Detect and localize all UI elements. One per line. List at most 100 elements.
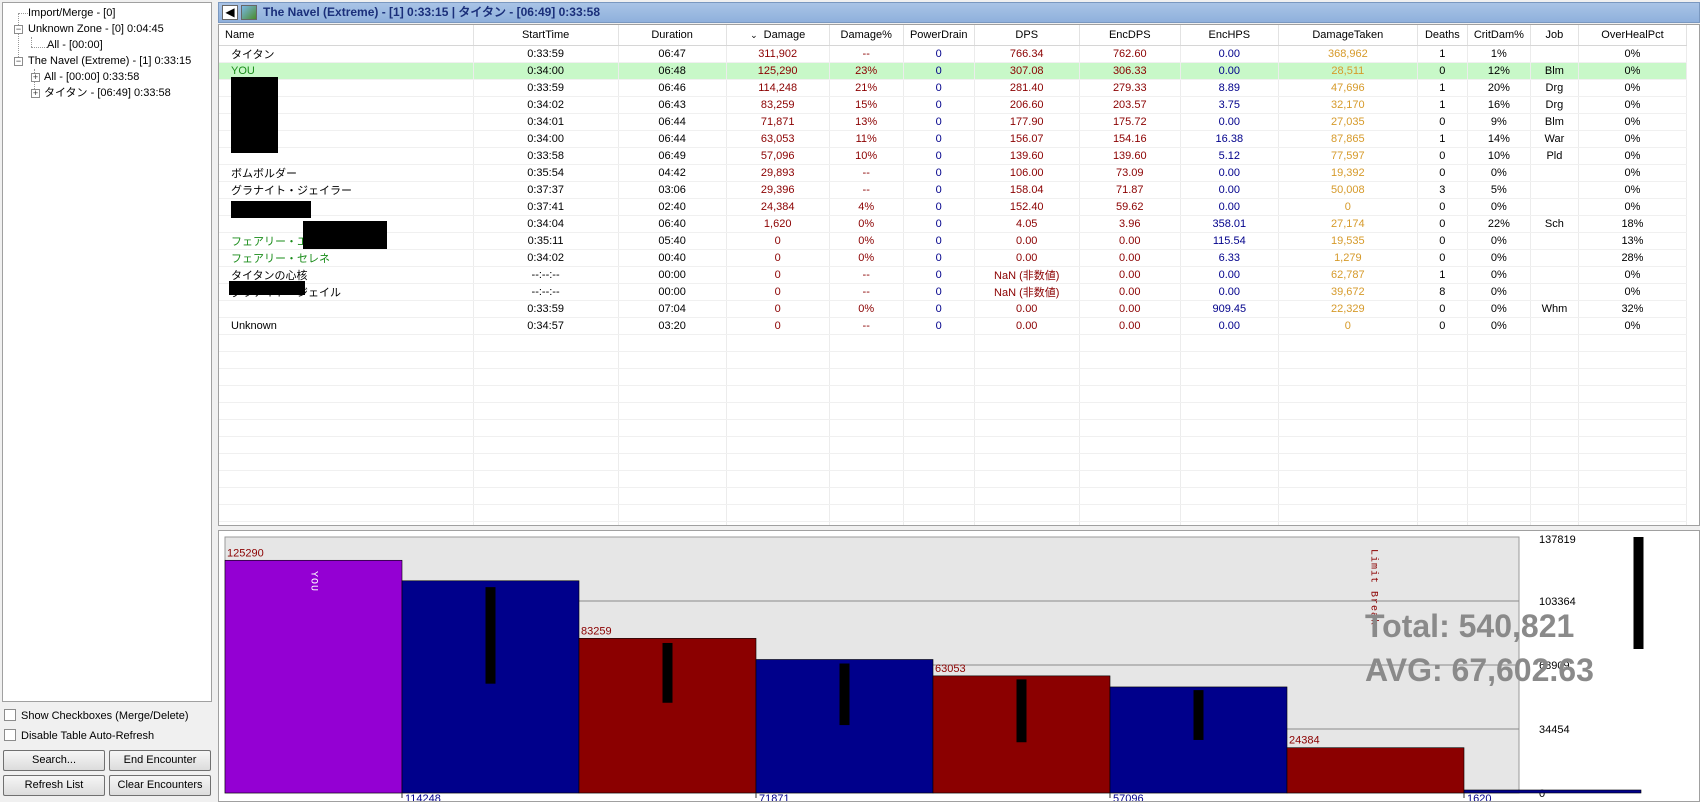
start-time-cell: [473, 453, 619, 471]
table-row[interactable]: ボムボルダー 0:35:54 04:42 29,893 -- 0 106.00 73.09 0.…: [219, 164, 1688, 182]
table-row[interactable]: Limit Break0:37:4102:4024,3844%0152.4059…: [219, 198, 1688, 216]
column-header[interactable]: Job: [1530, 25, 1579, 46]
column-header[interactable]: Name: [219, 25, 474, 46]
table-row[interactable]: 0:33:58 06:49 57,096 10% 0 139.60 139.60 5.12 77…: [219, 147, 1688, 165]
tree-item-unknown-all[interactable]: All - [00:00]: [47, 37, 103, 53]
arrow-left-icon[interactable]: ◀: [222, 5, 238, 20]
damage-cell: 0: [726, 283, 830, 301]
combatant-table[interactable]: Name StartTime Duration ⌄ Damage Damage% …: [218, 24, 1700, 526]
damage-pct-cell: [829, 453, 904, 471]
start-time-cell: [473, 521, 619, 525]
overheal-cell: 0%: [1578, 45, 1688, 63]
duration-cell: 06:46: [618, 79, 727, 97]
table-row[interactable]: YOU 0:34:00 06:48 125,290 23% 0 307.08 306.33 0.…: [219, 62, 1688, 80]
table-row[interactable]: [219, 453, 1688, 471]
table-row[interactable]: 0:34:02 06:43 83,259 15% 0 206.60 203.57 3.75 32…: [219, 96, 1688, 114]
table-row[interactable]: 0:34:00 06:44 63,053 11% 0 156.07 154.16 16.38 8…: [219, 130, 1688, 148]
job-cell: Pld: [1530, 147, 1579, 165]
column-header[interactable]: EncDPS: [1079, 25, 1181, 46]
table-row[interactable]: [219, 368, 1688, 386]
job-cell: [1530, 317, 1579, 335]
checkbox[interactable]: [4, 709, 16, 721]
tree-item-unknown-zone[interactable]: Unknown Zone - [0] 0:04:45: [28, 21, 164, 37]
table-row[interactable]: [219, 521, 1688, 525]
encdps-cell: 139.60: [1079, 147, 1181, 165]
table-row[interactable]: 0:34:01 06:44 71,871 13% 0 177.90 175.72 0.00 27…: [219, 113, 1688, 131]
tree-item-navel-all[interactable]: All - [00:00] 0:33:58: [44, 69, 139, 85]
tree-item-navel-extreme[interactable]: The Navel (Extreme) - [1] 0:33:15: [28, 53, 191, 69]
end-encounter-button[interactable]: End Encounter: [109, 750, 211, 771]
column-header[interactable]: EncHPS: [1180, 25, 1279, 46]
table-row[interactable]: グラナイト・ジェイル--:--:--00:000--0NaN (非数値)0.00…: [219, 283, 1688, 301]
table-row[interactable]: タイタンの心核 --:--:-- 00:00 0 -- 0 NaN (非数値) 0.00 0.0…: [219, 266, 1688, 284]
table-row[interactable]: [219, 436, 1688, 454]
overheal-cell: [1578, 385, 1688, 403]
collapse-icon[interactable]: −: [14, 25, 23, 34]
table-row[interactable]: 0:34:04 06:40 1,620 0% 0 4.05 3.96 358.01 27,174…: [219, 215, 1688, 233]
table-row[interactable]: [219, 419, 1688, 437]
dps-cell: [974, 487, 1080, 505]
duration-cell: [618, 487, 727, 505]
damage-pct-cell: 4%: [829, 198, 904, 216]
collapse-icon[interactable]: −: [14, 57, 23, 66]
column-header[interactable]: Duration: [618, 25, 727, 46]
table-row[interactable]: [219, 402, 1688, 420]
table-row[interactable]: グラナイト・ジェイラー 0:37:37 03:06 29,396 -- 0 158.04 71…: [219, 181, 1688, 199]
column-header[interactable]: OverHealPct: [1578, 25, 1688, 46]
expand-icon[interactable]: +: [31, 73, 40, 82]
encounter-tree[interactable]: − − + + Import/Merge - [0] Unknown Zone …: [2, 2, 212, 702]
damage-taken-cell: 19,535: [1278, 232, 1418, 250]
table-row[interactable]: [219, 334, 1688, 352]
start-time-cell: [473, 385, 619, 403]
duration-cell: 00:00: [618, 266, 727, 284]
table-row[interactable]: フェアリー・エオス 0:35:11 05:40 0 0% 0 0.00 0.00 115.54 1…: [219, 232, 1688, 250]
job-cell: [1530, 402, 1579, 420]
column-header[interactable]: DPS: [974, 25, 1080, 46]
enchps-cell: [1180, 385, 1279, 403]
tree-item-import-merge[interactable]: Import/Merge - [0]: [28, 5, 115, 21]
table-row[interactable]: フェアリー・セレネ 0:34:02 00:40 0 0% 0 0.00 0.00 6.33 1,2…: [219, 249, 1688, 267]
power-drain-cell: [903, 436, 975, 454]
deaths-cell: [1417, 521, 1468, 525]
redaction-box: [231, 201, 311, 218]
expand-icon[interactable]: +: [31, 89, 40, 98]
overheal-cell: [1578, 351, 1688, 369]
job-cell: Drg: [1530, 96, 1579, 114]
start-time-cell: [473, 504, 619, 522]
column-header[interactable]: PowerDrain: [903, 25, 975, 46]
column-header[interactable]: DamageTaken: [1278, 25, 1418, 46]
table-row[interactable]: 0:33:59 07:04 0 0% 0 0.00 0.00 909.45 22,329 0 0% W…: [219, 300, 1688, 318]
encdps-cell: 59.62: [1079, 198, 1181, 216]
damage-cell: [726, 453, 830, 471]
deaths-cell: [1417, 436, 1468, 454]
damage-pct-cell: 0%: [829, 300, 904, 318]
damage-cell: [726, 521, 830, 525]
duration-cell: [618, 385, 727, 403]
table-row[interactable]: [219, 351, 1688, 369]
search-button[interactable]: Search...: [3, 750, 105, 771]
column-header-sorted[interactable]: ⌄ Damage: [726, 25, 830, 46]
refresh-list-button[interactable]: Refresh List: [3, 775, 105, 796]
clear-encounters-button[interactable]: Clear Encounters: [109, 775, 211, 796]
disable-refresh-toggle[interactable]: Disable Table Auto-Refresh: [4, 728, 154, 744]
column-header[interactable]: StartTime: [473, 25, 619, 46]
tree-item-titan[interactable]: タイタン - [06:49] 0:33:58: [44, 85, 171, 101]
column-header[interactable]: Deaths: [1417, 25, 1468, 46]
table-row[interactable]: [219, 385, 1688, 403]
checkbox[interactable]: [4, 729, 16, 741]
crit-dam-cell: [1467, 470, 1531, 488]
y-tick-label: 103364: [1539, 596, 1576, 608]
dps-marker: [839, 663, 850, 726]
table-row[interactable]: [219, 504, 1688, 522]
table-row[interactable]: [219, 470, 1688, 488]
damage-taken-cell: [1278, 334, 1418, 352]
picture-icon[interactable]: [241, 5, 257, 20]
column-header[interactable]: Damage%: [829, 25, 904, 46]
table-row[interactable]: タイタン 0:33:59 06:47 311,902 -- 0 766.34 762.60 0.…: [219, 45, 1688, 63]
encdps-cell: 154.16: [1079, 130, 1181, 148]
table-row[interactable]: Unknown 0:34:57 03:20 0 -- 0 0.00 0.00 0.00 0 0 0% 0…: [219, 317, 1688, 335]
table-row[interactable]: [219, 487, 1688, 505]
column-header[interactable]: CritDam%: [1467, 25, 1531, 46]
show-checkboxes-toggle[interactable]: Show Checkboxes (Merge/Delete): [4, 708, 189, 724]
table-row[interactable]: 0:33:59 06:46 114,248 21% 0 281.40 279.33 8.89 4…: [219, 79, 1688, 97]
